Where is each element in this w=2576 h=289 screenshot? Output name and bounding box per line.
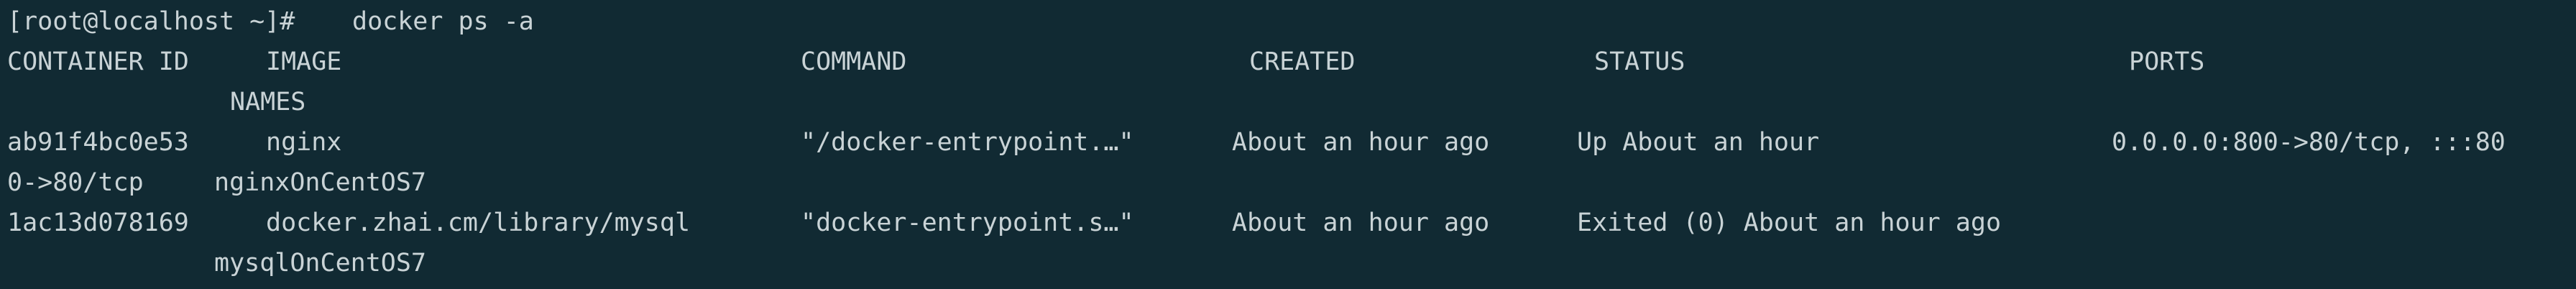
partial-next-line [0, 282, 2576, 289]
container-command: "docker-entrypoint.s…" [801, 208, 1134, 237]
container-status: Exited (0) About an hour ago [1577, 208, 2002, 237]
header-created: CREATED [1249, 47, 1356, 76]
header-command: COMMAND [801, 47, 907, 76]
container-command: "/docker-entrypoint.…" [801, 128, 1134, 157]
table-row: ab91f4bc0e53 nginx "/docker-entrypoint.…… [0, 122, 2576, 162]
terminal-window[interactable]: [root@localhost ~]# docker ps -a CONTAIN… [0, 0, 2576, 289]
container-name: nginxOnCentOS7 [214, 168, 427, 197]
created-time: About an hour ago [1232, 128, 1490, 157]
ports-value-continuation: 0->80/tcp [7, 168, 144, 197]
header-ports: PORTS [2129, 47, 2205, 76]
header-container-id: CONTAINER ID [7, 47, 189, 76]
image-name: nginx [266, 128, 342, 157]
command-line: [root@localhost ~]# docker ps -a [0, 1, 2576, 42]
shell-prompt: [root@localhost ~]# [7, 7, 310, 36]
container-id: ab91f4bc0e53 [7, 128, 189, 157]
table-row: 1ac13d078169 docker.zhai.cm/library/mysq… [0, 203, 2576, 243]
created-time: About an hour ago [1232, 208, 1490, 237]
entered-command: docker ps -a [352, 7, 534, 36]
image-name: docker.zhai.cm/library/mysql [266, 208, 691, 237]
header-status: STATUS [1594, 47, 1685, 76]
table-row-wrap: 0->80/tcp nginxOnCentOS7 [0, 162, 2576, 203]
table-header: CONTAINER ID IMAGE COMMAND CREATED STATU… [0, 42, 2576, 82]
header-image: IMAGE [266, 47, 342, 76]
table-row-wrap: mysqlOnCentOS7 [0, 243, 2576, 283]
ports-value: 0.0.0.0:800->80/tcp, :::80 [2112, 128, 2506, 157]
table-header-wrap: NAMES [0, 82, 2576, 122]
container-id: 1ac13d078169 [7, 208, 189, 237]
container-status: Up About an hour [1577, 128, 1820, 157]
container-name: mysqlOnCentOS7 [214, 249, 427, 277]
header-names: NAMES [230, 88, 306, 116]
